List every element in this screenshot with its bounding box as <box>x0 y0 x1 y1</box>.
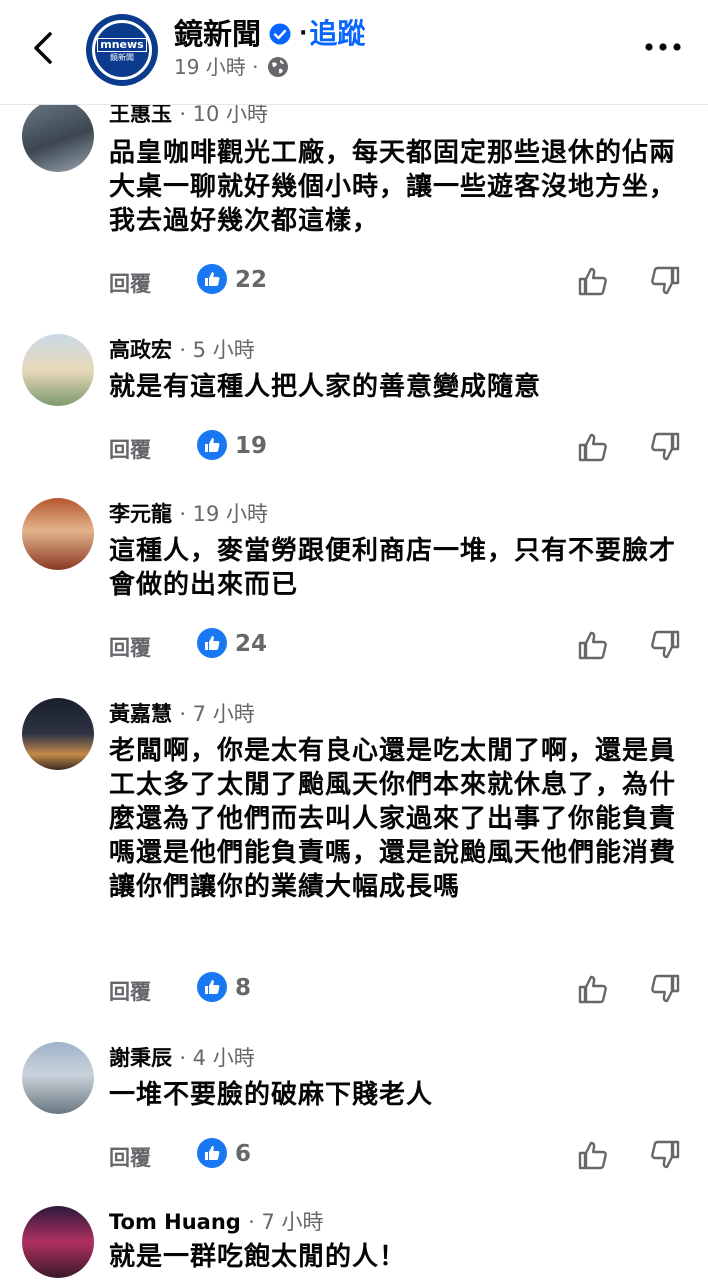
globe-icon <box>267 57 288 77</box>
thumbs-up-icon[interactable] <box>576 628 610 662</box>
like-count: 19 <box>235 433 268 459</box>
comment-item: Tom Huang · 7 小時 就是一群吃飽太閒的人！ <box>0 1206 708 1280</box>
post-header: mnews 鏡新聞 鏡新聞 · 追蹤 19 小時 · <box>0 0 708 105</box>
comment-actions: 回覆 24 <box>0 628 708 668</box>
commenter-avatar[interactable] <box>22 1206 94 1278</box>
thumbs-down-icon[interactable] <box>648 264 682 298</box>
thumbs-up-icon[interactable] <box>576 430 610 464</box>
comment-actions: 回覆 19 <box>0 430 708 470</box>
comment-text: 品皇咖啡觀光工廠，每天都固定那些退休的佔兩大桌一聊就好幾個小時，讓一些遊客沒地方… <box>109 138 677 236</box>
reply-button[interactable]: 回覆 <box>109 434 151 464</box>
separator-dot: · <box>299 21 308 46</box>
comment-author[interactable]: 李元龍 · 19 小時 <box>109 500 268 528</box>
thumbs-down-icon[interactable] <box>648 430 682 464</box>
reply-button[interactable]: 回覆 <box>109 976 151 1006</box>
comment-author[interactable]: 高政宏 · 5 小時 <box>109 336 255 364</box>
comment-actions: 回覆 8 <box>0 972 708 1012</box>
thumbs-down-icon[interactable] <box>648 972 682 1006</box>
like-reaction-icon[interactable] <box>197 430 227 460</box>
comment-time: · 19 小時 <box>179 502 269 526</box>
like-count: 8 <box>235 975 252 1001</box>
follow-button[interactable]: 追蹤 <box>309 16 365 52</box>
like-reaction-icon[interactable] <box>197 972 227 1002</box>
comment-actions: 回覆 22 <box>0 264 708 304</box>
post-time: 19 小時 · <box>174 55 259 79</box>
comment-text: 老闆啊，你是太有良心還是吃太閒了啊，還是員工太多了太閒了颱風天你們本來就休息了，… <box>109 736 677 902</box>
commenter-avatar[interactable] <box>22 100 94 172</box>
comment-text: 就是有這種人把人家的善意變成隨意 <box>109 372 542 402</box>
like-reaction-icon[interactable] <box>197 264 227 294</box>
page-avatar[interactable]: mnews 鏡新聞 <box>86 14 158 86</box>
comment-time: · 7 小時 <box>179 702 255 726</box>
comment-item: 王惠玉 · 10 小時 品皇咖啡觀光工廠，每天都固定那些退休的佔兩大桌一聊就好幾… <box>0 96 708 312</box>
commenter-avatar[interactable] <box>22 1042 94 1114</box>
comment-time: · 5 小時 <box>179 338 255 362</box>
comment-text: 這種人，麥當勞跟便利商店一堆，只有不要臉才會做的出來而已 <box>109 536 677 600</box>
comment-text: 一堆不要臉的破麻下賤老人 <box>109 1080 434 1110</box>
thumbs-down-icon[interactable] <box>648 628 682 662</box>
comment-author[interactable]: 黃嘉慧 · 7 小時 <box>109 700 255 728</box>
like-reaction-icon[interactable] <box>197 1138 227 1168</box>
like-count: 6 <box>235 1141 252 1167</box>
like-count: 24 <box>235 631 268 657</box>
thumbs-up-icon[interactable] <box>576 1138 610 1172</box>
comment-item: 李元龍 · 19 小時 這種人，麥當勞跟便利商店一堆，只有不要臉才會做的出來而已… <box>0 498 708 678</box>
comment-item: 黃嘉慧 · 7 小時 老闆啊，你是太有良心還是吃太閒了啊，還是員工太多了太閒了颱… <box>0 698 708 1018</box>
comment-item: 謝秉辰 · 4 小時 一堆不要臉的破麻下賤老人 回覆 6 <box>0 1042 708 1182</box>
like-reaction-icon[interactable] <box>197 628 227 658</box>
logo-subtext: 鏡新聞 <box>110 52 134 62</box>
comment-author[interactable]: Tom Huang · 7 小時 <box>109 1208 324 1236</box>
comment-time: · 4 小時 <box>179 1046 255 1070</box>
more-horizontal-icon[interactable] <box>644 40 682 54</box>
reply-button[interactable]: 回覆 <box>109 632 151 662</box>
commenter-avatar[interactable] <box>22 498 94 570</box>
thumbs-up-icon[interactable] <box>576 972 610 1006</box>
like-count: 22 <box>235 267 268 293</box>
reply-button[interactable]: 回覆 <box>109 1142 151 1172</box>
logo-text: mnews <box>97 37 147 52</box>
reply-button[interactable]: 回覆 <box>109 268 151 298</box>
commenter-avatar[interactable] <box>22 698 94 770</box>
comment-item: 高政宏 · 5 小時 就是有這種人把人家的善意變成隨意 回覆 19 <box>0 334 708 474</box>
comment-time: · 7 小時 <box>248 1210 324 1234</box>
comment-text: 就是一群吃飽太閒的人！ <box>109 1242 407 1272</box>
thumbs-up-icon[interactable] <box>576 264 610 298</box>
post-meta: 19 小時 · <box>174 54 289 80</box>
comment-time: · 10 小時 <box>179 102 269 126</box>
verified-badge-icon <box>269 23 291 45</box>
commenter-avatar[interactable] <box>22 334 94 406</box>
page-title-row: 鏡新聞 · 追蹤 <box>174 16 365 52</box>
comment-actions: 回覆 6 <box>0 1138 708 1178</box>
page-title[interactable]: 鏡新聞 <box>174 16 261 52</box>
comment-author[interactable]: 謝秉辰 · 4 小時 <box>109 1044 255 1072</box>
chevron-left-icon[interactable] <box>28 28 60 68</box>
thumbs-down-icon[interactable] <box>648 1138 682 1172</box>
